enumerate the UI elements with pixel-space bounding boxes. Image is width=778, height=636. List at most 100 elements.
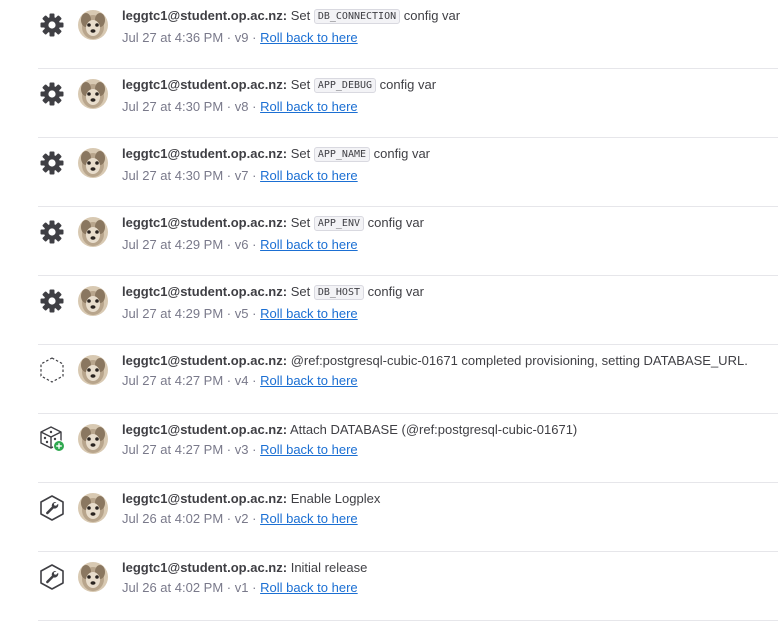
rollback-link[interactable]: Roll back to here: [260, 237, 358, 252]
activity-text: leggtc1@student.op.ac.nz: Set APP_DEBUG …: [122, 75, 436, 116]
activity-message-suffix: config var: [373, 146, 431, 161]
config-var-name: DB_HOST: [313, 285, 364, 300]
activity-text: leggtc1@student.op.ac.nz: Set APP_ENV co…: [122, 213, 424, 254]
gear-icon: [38, 11, 66, 39]
activity-message: Enable Logplex: [290, 491, 381, 506]
release-version: v4: [234, 373, 249, 388]
separator: ·: [252, 237, 257, 252]
activity-message-suffix: config var: [379, 77, 437, 92]
activity-meta: Jul 27 at 4:30 PM · v8 · Roll back to he…: [122, 97, 436, 116]
rollback-link[interactable]: Roll back to here: [260, 511, 358, 526]
rollback-link[interactable]: Roll back to here: [260, 99, 358, 114]
avatar: [78, 286, 108, 316]
rollback-link[interactable]: Roll back to here: [260, 306, 358, 321]
activity-text: leggtc1@student.op.ac.nz: @ref:postgresq…: [122, 351, 748, 390]
config-var-name: APP_ENV: [313, 216, 364, 231]
user-email: leggtc1@student.op.ac.nz:: [122, 422, 288, 437]
release-version: v7: [234, 168, 249, 183]
release-version: v8: [234, 99, 249, 114]
activity-description: leggtc1@student.op.ac.nz: Set APP_DEBUG …: [122, 75, 436, 97]
rollback-link[interactable]: Roll back to here: [260, 30, 358, 45]
separator: ·: [252, 99, 257, 114]
activity-meta: Jul 26 at 4:02 PM · v1 · Roll back to he…: [122, 578, 367, 597]
activity-meta: Jul 27 at 4:36 PM · v9 · Roll back to he…: [122, 28, 460, 47]
gear-icon: [38, 149, 66, 177]
separator: ·: [226, 168, 232, 183]
separator: ·: [226, 99, 232, 114]
separator: ·: [252, 30, 257, 45]
activity-meta: Jul 27 at 4:27 PM · v3 · Roll back to he…: [122, 440, 577, 459]
separator: ·: [226, 373, 232, 388]
user-email: leggtc1@student.op.ac.nz:: [122, 560, 288, 575]
activity-meta: Jul 27 at 4:27 PM · v4 · Roll back to he…: [122, 371, 748, 390]
activity-description: leggtc1@student.op.ac.nz: Enable Logplex: [122, 489, 380, 509]
timestamp: Jul 27 at 4:30 PM: [122, 168, 224, 183]
separator: ·: [252, 580, 257, 595]
timestamp: Jul 27 at 4:36 PM: [122, 30, 224, 45]
release-version: v9: [234, 30, 249, 45]
activity-text: leggtc1@student.op.ac.nz: Set DB_HOST co…: [122, 282, 424, 323]
activity-row: leggtc1@student.op.ac.nz: Set DB_CONNECT…: [38, 0, 778, 69]
separator: ·: [226, 237, 232, 252]
activity-row: leggtc1@student.op.ac.nz: Set APP_NAME c…: [38, 138, 778, 207]
timestamp: Jul 27 at 4:29 PM: [122, 237, 224, 252]
activity-row: leggtc1@student.op.ac.nz: Enable Logplex…: [38, 483, 778, 552]
activity-message: Set: [290, 284, 311, 299]
user-email: leggtc1@student.op.ac.nz:: [122, 284, 288, 299]
rollback-link[interactable]: Roll back to here: [260, 580, 358, 595]
separator: ·: [226, 511, 232, 526]
separator: ·: [226, 306, 232, 321]
wrench-hexagon-icon: [38, 494, 66, 522]
user-email: leggtc1@student.op.ac.nz:: [122, 8, 288, 23]
config-var-name: APP_DEBUG: [313, 78, 377, 93]
wrench-hexagon-icon: [38, 563, 66, 591]
separator: ·: [226, 30, 232, 45]
activity-description: leggtc1@student.op.ac.nz: Set DB_HOST co…: [122, 282, 424, 304]
avatar: [78, 355, 108, 385]
activity-message: Set: [290, 77, 311, 92]
gear-icon: [38, 218, 66, 246]
release-version: v6: [234, 237, 249, 252]
separator: ·: [252, 511, 257, 526]
timestamp: Jul 27 at 4:27 PM: [122, 373, 224, 388]
activity-row: leggtc1@student.op.ac.nz: Attach DATABAS…: [38, 414, 778, 483]
activity-list: leggtc1@student.op.ac.nz: Set DB_CONNECT…: [0, 0, 778, 621]
release-version: v2: [234, 511, 249, 526]
config-var-name: DB_CONNECTION: [313, 9, 401, 24]
avatar: [78, 424, 108, 454]
user-email: leggtc1@student.op.ac.nz:: [122, 215, 288, 230]
activity-message: Initial release: [290, 560, 368, 575]
activity-description: leggtc1@student.op.ac.nz: Set DB_CONNECT…: [122, 6, 460, 28]
avatar: [78, 493, 108, 523]
activity-text: leggtc1@student.op.ac.nz: Attach DATABAS…: [122, 420, 577, 459]
user-email: leggtc1@student.op.ac.nz:: [122, 491, 288, 506]
activity-message-suffix: config var: [367, 284, 424, 299]
rollback-link[interactable]: Roll back to here: [260, 442, 358, 457]
timestamp: Jul 26 at 4:02 PM: [122, 580, 224, 595]
dashed-hexagon-icon: [38, 356, 66, 384]
activity-row: leggtc1@student.op.ac.nz: @ref:postgresq…: [38, 345, 778, 414]
timestamp: Jul 26 at 4:02 PM: [122, 511, 224, 526]
activity-meta: Jul 27 at 4:29 PM · v6 · Roll back to he…: [122, 235, 424, 254]
release-version: v3: [234, 442, 249, 457]
rollback-link[interactable]: Roll back to here: [260, 373, 358, 388]
release-version: v5: [234, 306, 249, 321]
gear-icon: [38, 80, 66, 108]
separator: ·: [252, 442, 257, 457]
activity-meta: Jul 27 at 4:29 PM · v5 · Roll back to he…: [122, 304, 424, 323]
user-email: leggtc1@student.op.ac.nz:: [122, 353, 288, 368]
activity-row: leggtc1@student.op.ac.nz: Set DB_HOST co…: [38, 276, 778, 345]
timestamp: Jul 27 at 4:27 PM: [122, 442, 224, 457]
rollback-link[interactable]: Roll back to here: [260, 168, 358, 183]
activity-message-suffix: config var: [403, 8, 461, 23]
gear-icon: [38, 287, 66, 315]
activity-message: Set: [290, 8, 311, 23]
activity-row: leggtc1@student.op.ac.nz: Set APP_ENV co…: [38, 207, 778, 276]
user-email: leggtc1@student.op.ac.nz:: [122, 146, 288, 161]
release-version: v1: [234, 580, 249, 595]
avatar: [78, 562, 108, 592]
separator: ·: [226, 580, 232, 595]
activity-message-suffix: config var: [367, 215, 424, 230]
timestamp: Jul 27 at 4:30 PM: [122, 99, 224, 114]
activity-description: leggtc1@student.op.ac.nz: Initial releas…: [122, 558, 367, 578]
